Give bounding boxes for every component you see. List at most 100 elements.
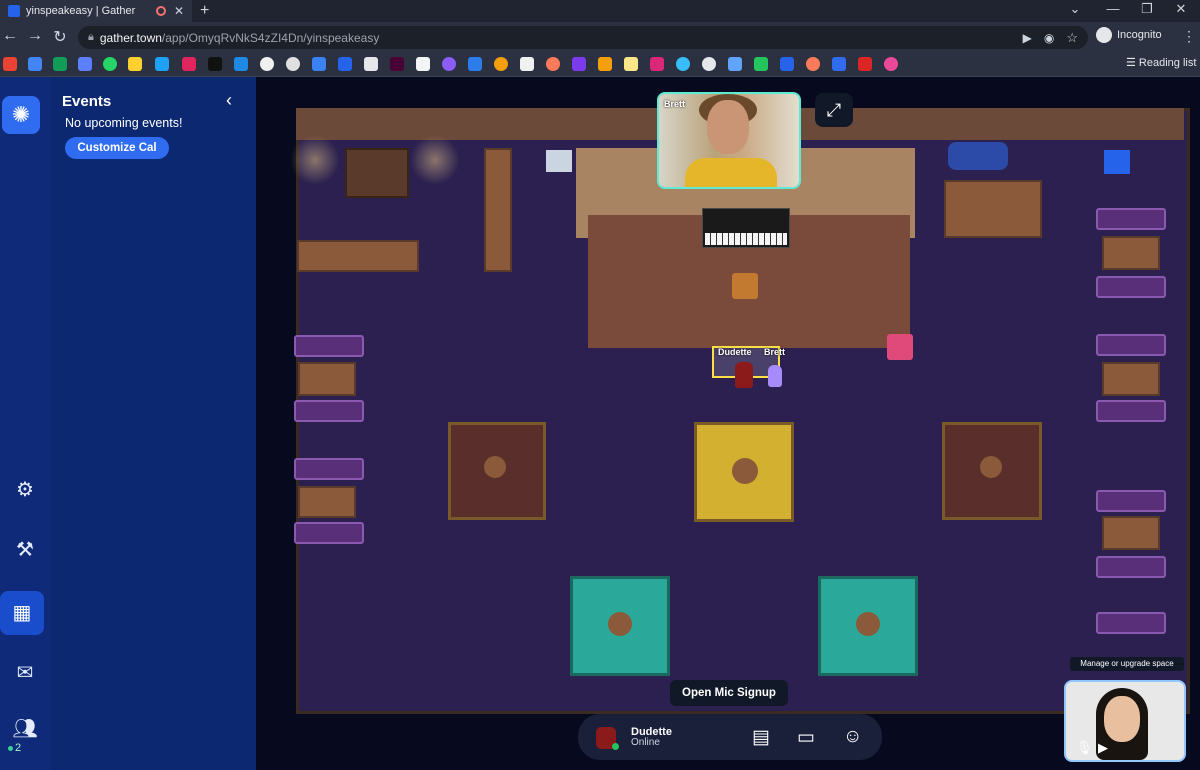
- recording-icon: [155, 6, 166, 16]
- remote-video-name: Brett: [664, 99, 686, 109]
- bookmark-tool-icon[interactable]: [234, 57, 248, 71]
- close-window-icon[interactable]: ✕: [1164, 1, 1198, 17]
- bookmark-globe-icon[interactable]: [702, 57, 716, 71]
- profile-menu-icon[interactable]: ⌄: [1058, 1, 1092, 17]
- booth-table: [298, 486, 356, 518]
- camera-icon[interactable]: ▶: [1098, 740, 1108, 756]
- settings-gear-icon[interactable]: ⚙: [8, 473, 42, 507]
- bookmark-e-icon[interactable]: [364, 57, 378, 71]
- browser-menu-icon[interactable]: ⋮: [1182, 28, 1196, 45]
- bookmark-analytics-icon[interactable]: [598, 57, 612, 71]
- back-icon[interactable]: ←: [0, 27, 20, 45]
- customize-cal-button[interactable]: Customize Cal: [65, 137, 169, 159]
- open-mic-signup-label[interactable]: Open Mic Signup: [670, 680, 788, 706]
- bookmark-star-icon[interactable]: ☆: [1066, 30, 1078, 46]
- browser-tab[interactable]: yinspeakeasy | Gather ✕: [0, 0, 192, 22]
- restore-icon[interactable]: ❐: [1130, 1, 1164, 17]
- bookmark-octopus-icon[interactable]: [155, 57, 169, 71]
- bookmark-mp-icon[interactable]: [728, 57, 742, 71]
- bookmark-cloud-icon[interactable]: [676, 57, 690, 71]
- map-icon[interactable]: ▤: [752, 726, 770, 749]
- bookmark-github-icon[interactable]: [260, 57, 274, 71]
- minimize-icon[interactable]: —: [1096, 1, 1130, 16]
- expand-icon[interactable]: ⤢: [815, 93, 853, 127]
- gather-logo[interactable]: ✺: [2, 96, 40, 134]
- booth-seat: [1096, 612, 1166, 634]
- lamp-glow: [410, 135, 460, 185]
- piano[interactable]: [702, 208, 790, 248]
- bookmark-whatsapp-icon[interactable]: [103, 57, 117, 71]
- bookmark-flag-icon[interactable]: [650, 57, 664, 71]
- camera-permission-icon[interactable]: ▶: [1023, 31, 1032, 45]
- microphone-icon[interactable]: 🎙︎: [1076, 740, 1093, 756]
- bookmark-gmail-icon[interactable]: [3, 57, 17, 71]
- bookmark-world-icon[interactable]: [286, 57, 300, 71]
- bookmark-app-icon[interactable]: [312, 57, 326, 71]
- panel-title: Events: [62, 93, 112, 110]
- bookmark-cube-icon[interactable]: [468, 57, 482, 71]
- round-table: [856, 612, 880, 636]
- user-status: Online: [631, 737, 660, 748]
- reload-icon[interactable]: ↻: [50, 27, 70, 47]
- incognito-badge[interactable]: Incognito: [1096, 27, 1162, 43]
- chat-icon[interactable]: ✉: [8, 656, 42, 690]
- build-hammer-icon[interactable]: ⚒: [8, 533, 42, 567]
- bookmark-hubspot2-icon[interactable]: [806, 57, 820, 71]
- calendar-icon[interactable]: ▦: [0, 591, 44, 635]
- bookmark-calendar-icon[interactable]: [28, 57, 42, 71]
- megaphone-pink-icon[interactable]: [887, 334, 913, 360]
- self-video-tile[interactable]: 🎙︎ ▶: [1064, 680, 1186, 762]
- bookmark-plus-icon[interactable]: [754, 57, 768, 71]
- no-events-text: No upcoming events!: [65, 116, 183, 130]
- close-tab-icon[interactable]: ✕: [174, 4, 184, 18]
- megaphone-icon[interactable]: [732, 273, 758, 299]
- round-table: [980, 456, 1002, 478]
- round-table: [484, 456, 506, 478]
- booth-seat: [1096, 400, 1166, 422]
- booth-seat: [294, 522, 364, 544]
- bookmark-bowl-icon[interactable]: [494, 57, 508, 71]
- screen-share-icon[interactable]: ▭: [797, 726, 815, 749]
- incognito-label: Incognito: [1117, 29, 1162, 41]
- online-count-value: 2: [15, 742, 22, 754]
- collapse-panel-icon[interactable]: ‹: [226, 90, 232, 111]
- new-tab-button[interactable]: +: [200, 2, 209, 20]
- player-avatar[interactable]: [735, 362, 753, 388]
- bookmark-chat-icon[interactable]: [78, 57, 92, 71]
- bookmark-sheet-icon[interactable]: [624, 57, 638, 71]
- address-bar[interactable]: 🔒︎ gather.town/app/OmyqRvNkS4zZI4Dn/yins…: [78, 26, 1088, 49]
- participants-icon[interactable]: 👥︎: [8, 712, 42, 746]
- bookmark-n-icon[interactable]: [780, 57, 794, 71]
- emoji-icon[interactable]: ☺: [843, 726, 862, 748]
- other-player-avatar[interactable]: [768, 365, 782, 387]
- bookmark-pdf-icon[interactable]: [858, 57, 872, 71]
- bookmark-doc-icon[interactable]: [520, 57, 534, 71]
- booth-seat: [1096, 556, 1166, 578]
- reading-list-button[interactable]: ☰ Reading list: [1126, 56, 1196, 69]
- bookmark-lines-icon[interactable]: [832, 57, 846, 71]
- bookmark-hubspot-icon[interactable]: [546, 57, 560, 71]
- bookmark-medium-icon[interactable]: [208, 57, 222, 71]
- side-table: [484, 148, 512, 272]
- forward-icon[interactable]: →: [25, 27, 45, 45]
- card-table: [944, 180, 1042, 238]
- incognito-icon: [1096, 27, 1112, 43]
- bookmark-blank-icon[interactable]: [416, 57, 430, 71]
- bookmark-gear-icon[interactable]: [442, 57, 456, 71]
- reading-list-label: Reading list: [1138, 57, 1197, 69]
- bookmark-pink-icon[interactable]: [884, 57, 898, 71]
- manage-space-tooltip: Manage or upgrade space: [1070, 657, 1184, 671]
- bookmark-xd-icon[interactable]: [390, 57, 404, 71]
- bookmark-drive-icon[interactable]: [53, 57, 67, 71]
- bookmark-x-icon[interactable]: [338, 57, 352, 71]
- sign-board: [546, 150, 572, 172]
- bookmark-miro-icon[interactable]: [128, 57, 142, 71]
- bookmark-pocket-icon[interactable]: [182, 57, 196, 71]
- online-status-dot: [612, 743, 619, 750]
- url-path: /app/OmyqRvNkS4zZI4Dn/yinspeakeasy: [161, 30, 380, 45]
- incognito-eye-icon[interactable]: ◉: [1044, 31, 1054, 45]
- booth-table: [1102, 362, 1160, 396]
- booth-seat: [1096, 490, 1166, 512]
- bookmark-box-icon[interactable]: [572, 57, 586, 71]
- online-dot-icon: [8, 746, 13, 751]
